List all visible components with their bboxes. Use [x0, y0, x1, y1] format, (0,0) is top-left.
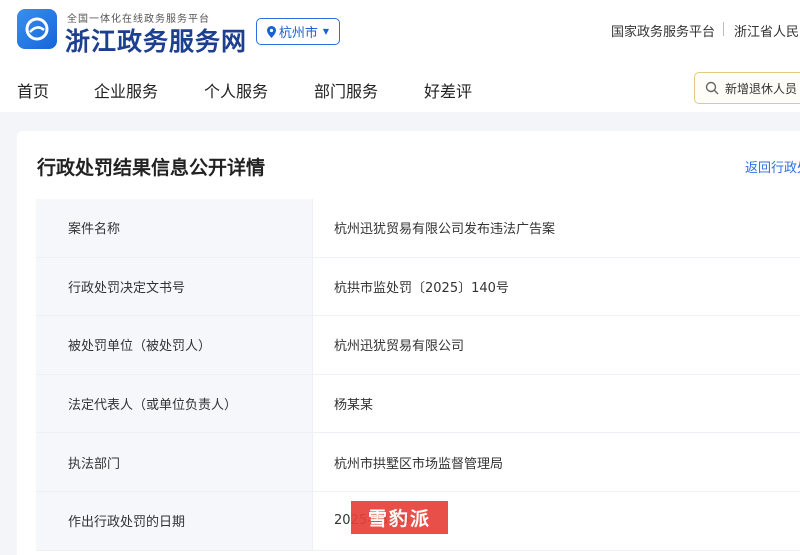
table-row: 被处罚单位（被处罚人） 杭州迅犹贸易有限公司: [36, 316, 800, 375]
row-label: 被处罚单位（被处罚人）: [36, 316, 313, 374]
nav-rating[interactable]: 好差评: [424, 78, 472, 102]
search-icon: [705, 81, 719, 95]
row-label: 行政处罚决定文书号: [36, 257, 313, 316]
location-pin-icon: [266, 25, 276, 38]
row-label: 执法部门: [36, 433, 313, 491]
row-label: 作出行政处罚的日期: [36, 491, 313, 550]
city-label: 杭州市: [278, 26, 318, 41]
city-selector[interactable]: 杭州市 ▼: [256, 18, 340, 45]
page-title: 行政处罚结果信息公开详情: [37, 157, 266, 179]
logo-icon[interactable]: [17, 9, 57, 49]
info-table: 案件名称 杭州迅犹贸易有限公司发布违法广告案 行政处罚决定文书号 杭拱市监处罚〔…: [36, 199, 800, 551]
detail-card: 行政处罚结果信息公开详情 返回行政处 案件名称 杭州迅犹贸易有限公司发布违法广告…: [17, 131, 800, 555]
row-value: 杭州市拱墅区市场监督管理局: [334, 456, 504, 472]
watermark-logo: 雪豹派: [351, 501, 448, 534]
site-header: 全国一体化在线政务服务平台 浙江政务服务网 杭州市 ▼ 国家政务服务平台 浙江省…: [0, 0, 800, 112]
search-text: 新增退休人员: [725, 81, 798, 96]
national-platform-link[interactable]: 国家政务服务平台: [611, 21, 715, 40]
row-label: 案件名称: [36, 199, 313, 257]
back-link[interactable]: 返回行政处: [745, 157, 800, 176]
top-link-divider: [723, 22, 724, 36]
nav-home[interactable]: 首页: [17, 78, 49, 102]
row-value: 杭州迅犹贸易有限公司: [334, 339, 465, 355]
search-input[interactable]: 新增退休人员: [694, 72, 800, 104]
table-row: 执法部门 杭州市拱墅区市场监督管理局: [36, 433, 800, 492]
nav-enterprise-services[interactable]: 企业服务: [94, 78, 158, 102]
table-row: 法定代表人（或单位负责人） 杨某某: [36, 374, 800, 434]
caret-down-icon: ▼: [322, 27, 330, 36]
table-row: 行政处罚决定文书号 杭拱市监处罚〔2025〕140号: [36, 257, 800, 317]
nav-department-services[interactable]: 部门服务: [314, 78, 378, 102]
row-value: 杭州迅犹贸易有限公司发布违法广告案: [334, 222, 556, 238]
row-label: 法定代表人（或单位负责人）: [36, 374, 313, 433]
row-value: 杭拱市监处罚〔2025〕140号: [334, 280, 509, 296]
table-row: 案件名称 杭州迅犹贸易有限公司发布违法广告案: [36, 199, 800, 258]
provincial-govt-link[interactable]: 浙江省人民: [734, 21, 799, 40]
site-title[interactable]: 浙江政务服务网: [65, 22, 247, 58]
nav-personal-services[interactable]: 个人服务: [204, 78, 268, 102]
row-value: 杨某某: [334, 398, 374, 414]
